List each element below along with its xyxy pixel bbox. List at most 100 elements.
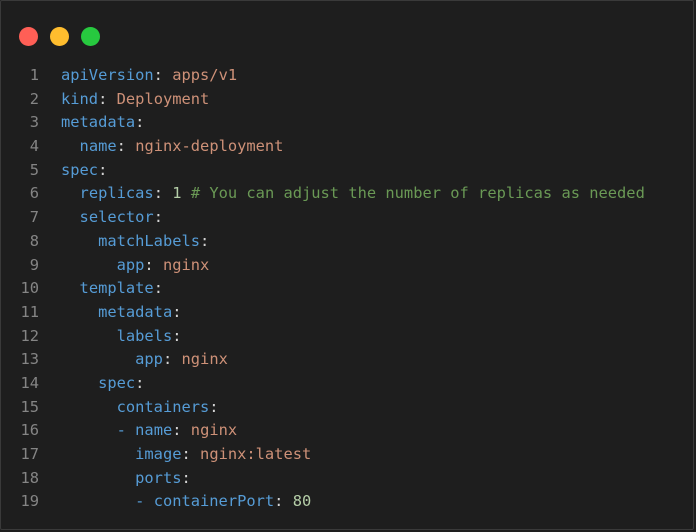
colon: : (209, 397, 219, 416)
yaml-key: app (116, 255, 145, 274)
line-content: metadata: (39, 301, 182, 325)
code-line: 14 spec: (1, 372, 693, 396)
code-line: 4 name: nginx-deployment (1, 135, 693, 159)
yaml-key: apiVersion (61, 66, 154, 84)
line-number: 1 (29, 66, 39, 84)
yaml-value: nginx:latest (200, 445, 312, 463)
line-content: selector: (39, 206, 163, 230)
colon: : (98, 89, 108, 108)
colon: : (153, 208, 163, 227)
colon: : (135, 373, 145, 392)
line-number: 10 (20, 279, 39, 298)
line-content: image: nginx:latest (39, 443, 311, 467)
close-dot-icon[interactable] (19, 27, 38, 46)
yaml-value: 80 (292, 492, 312, 511)
yaml-value: apps/v1 (172, 66, 238, 84)
colon: : (181, 445, 191, 463)
colon: : (153, 279, 163, 298)
code-line: 13 app: nginx (1, 348, 693, 372)
yaml-key: ports (135, 468, 182, 487)
line-content: containers: (39, 396, 219, 420)
yaml-key: metadata (61, 113, 136, 132)
yaml-key: spec (61, 160, 99, 179)
line-content: name: nginx-deployment (39, 135, 284, 159)
minimize-dot-icon[interactable] (50, 27, 69, 46)
code-line: 3 metadata: (1, 111, 693, 135)
yaml-key: containerPort (153, 492, 275, 511)
colon: : (162, 350, 173, 369)
colon: : (153, 184, 163, 203)
code-line: 2 kind: Deployment (1, 88, 693, 112)
code-line: 18 ports: (1, 467, 693, 491)
colon: : (116, 137, 126, 156)
line-number: 11 (20, 302, 39, 321)
line-number: 16 (20, 421, 39, 440)
colon: : (98, 160, 108, 179)
line-content: apiVersion: apps/v1 (39, 64, 237, 88)
colon: : (135, 113, 145, 132)
code-line: 7 selector: (1, 206, 693, 230)
window-controls (19, 27, 100, 46)
colon: : (172, 421, 182, 440)
yaml-key: metadata (98, 302, 173, 321)
list-dash: - (116, 421, 136, 440)
code-line: 16 - name: nginx (1, 419, 693, 443)
yaml-key: template (79, 279, 154, 298)
code-block[interactable]: 1 apiVersion: apps/v1 2 kind: Deployment 3 me… (1, 64, 693, 514)
yaml-key: app (135, 350, 163, 369)
line-content: labels: (39, 325, 182, 349)
colon: : (181, 468, 191, 487)
yaml-key: kind (61, 89, 99, 108)
yaml-key: name (135, 421, 173, 440)
yaml-comment: # You can adjust the number of replicas … (190, 184, 645, 203)
yaml-key: containers (116, 397, 210, 416)
colon: : (153, 66, 163, 84)
colon: : (172, 302, 182, 321)
yaml-key: labels (116, 326, 173, 345)
line-number: 13 (20, 350, 39, 369)
code-line: 5 spec: (1, 159, 693, 183)
line-content: - containerPort: 80 (39, 490, 311, 514)
line-number: 3 (29, 113, 39, 132)
yaml-key: selector (79, 208, 154, 227)
code-line: 9 app: nginx (1, 254, 693, 278)
line-number: 14 (20, 373, 39, 392)
code-line: 19 - containerPort: 80 (1, 490, 693, 514)
code-line: 17 image: nginx:latest (1, 443, 693, 467)
yaml-value: 1 (172, 184, 182, 203)
colon: : (144, 255, 154, 274)
code-line: 8 matchLabels: (1, 230, 693, 254)
line-number: 8 (29, 231, 39, 250)
line-number: 2 (29, 89, 39, 108)
line-content: matchLabels: (39, 230, 209, 254)
colon: : (200, 231, 210, 250)
list-dash: - (135, 492, 154, 511)
code-window: 1 apiVersion: apps/v1 2 kind: Deployment 3 me… (0, 0, 694, 530)
line-content: ports: (39, 467, 191, 491)
code-line: 6 replicas: 1 # You can adjust the numbe… (1, 182, 693, 206)
yaml-key: name (79, 137, 117, 156)
line-number: 5 (29, 160, 39, 179)
yaml-key: matchLabels (98, 231, 201, 250)
line-content: - name: nginx (39, 419, 238, 443)
line-number: 18 (20, 468, 39, 487)
maximize-dot-icon[interactable] (81, 27, 100, 46)
line-content: replicas: 1 # You can adjust the number … (39, 182, 645, 206)
line-content: spec: (39, 159, 107, 183)
yaml-value: nginx (181, 350, 228, 369)
yaml-value: Deployment (116, 89, 210, 108)
line-number: 19 (20, 492, 39, 511)
colon: : (172, 326, 182, 345)
line-content: spec: (39, 372, 144, 396)
line-number: 7 (29, 208, 39, 227)
